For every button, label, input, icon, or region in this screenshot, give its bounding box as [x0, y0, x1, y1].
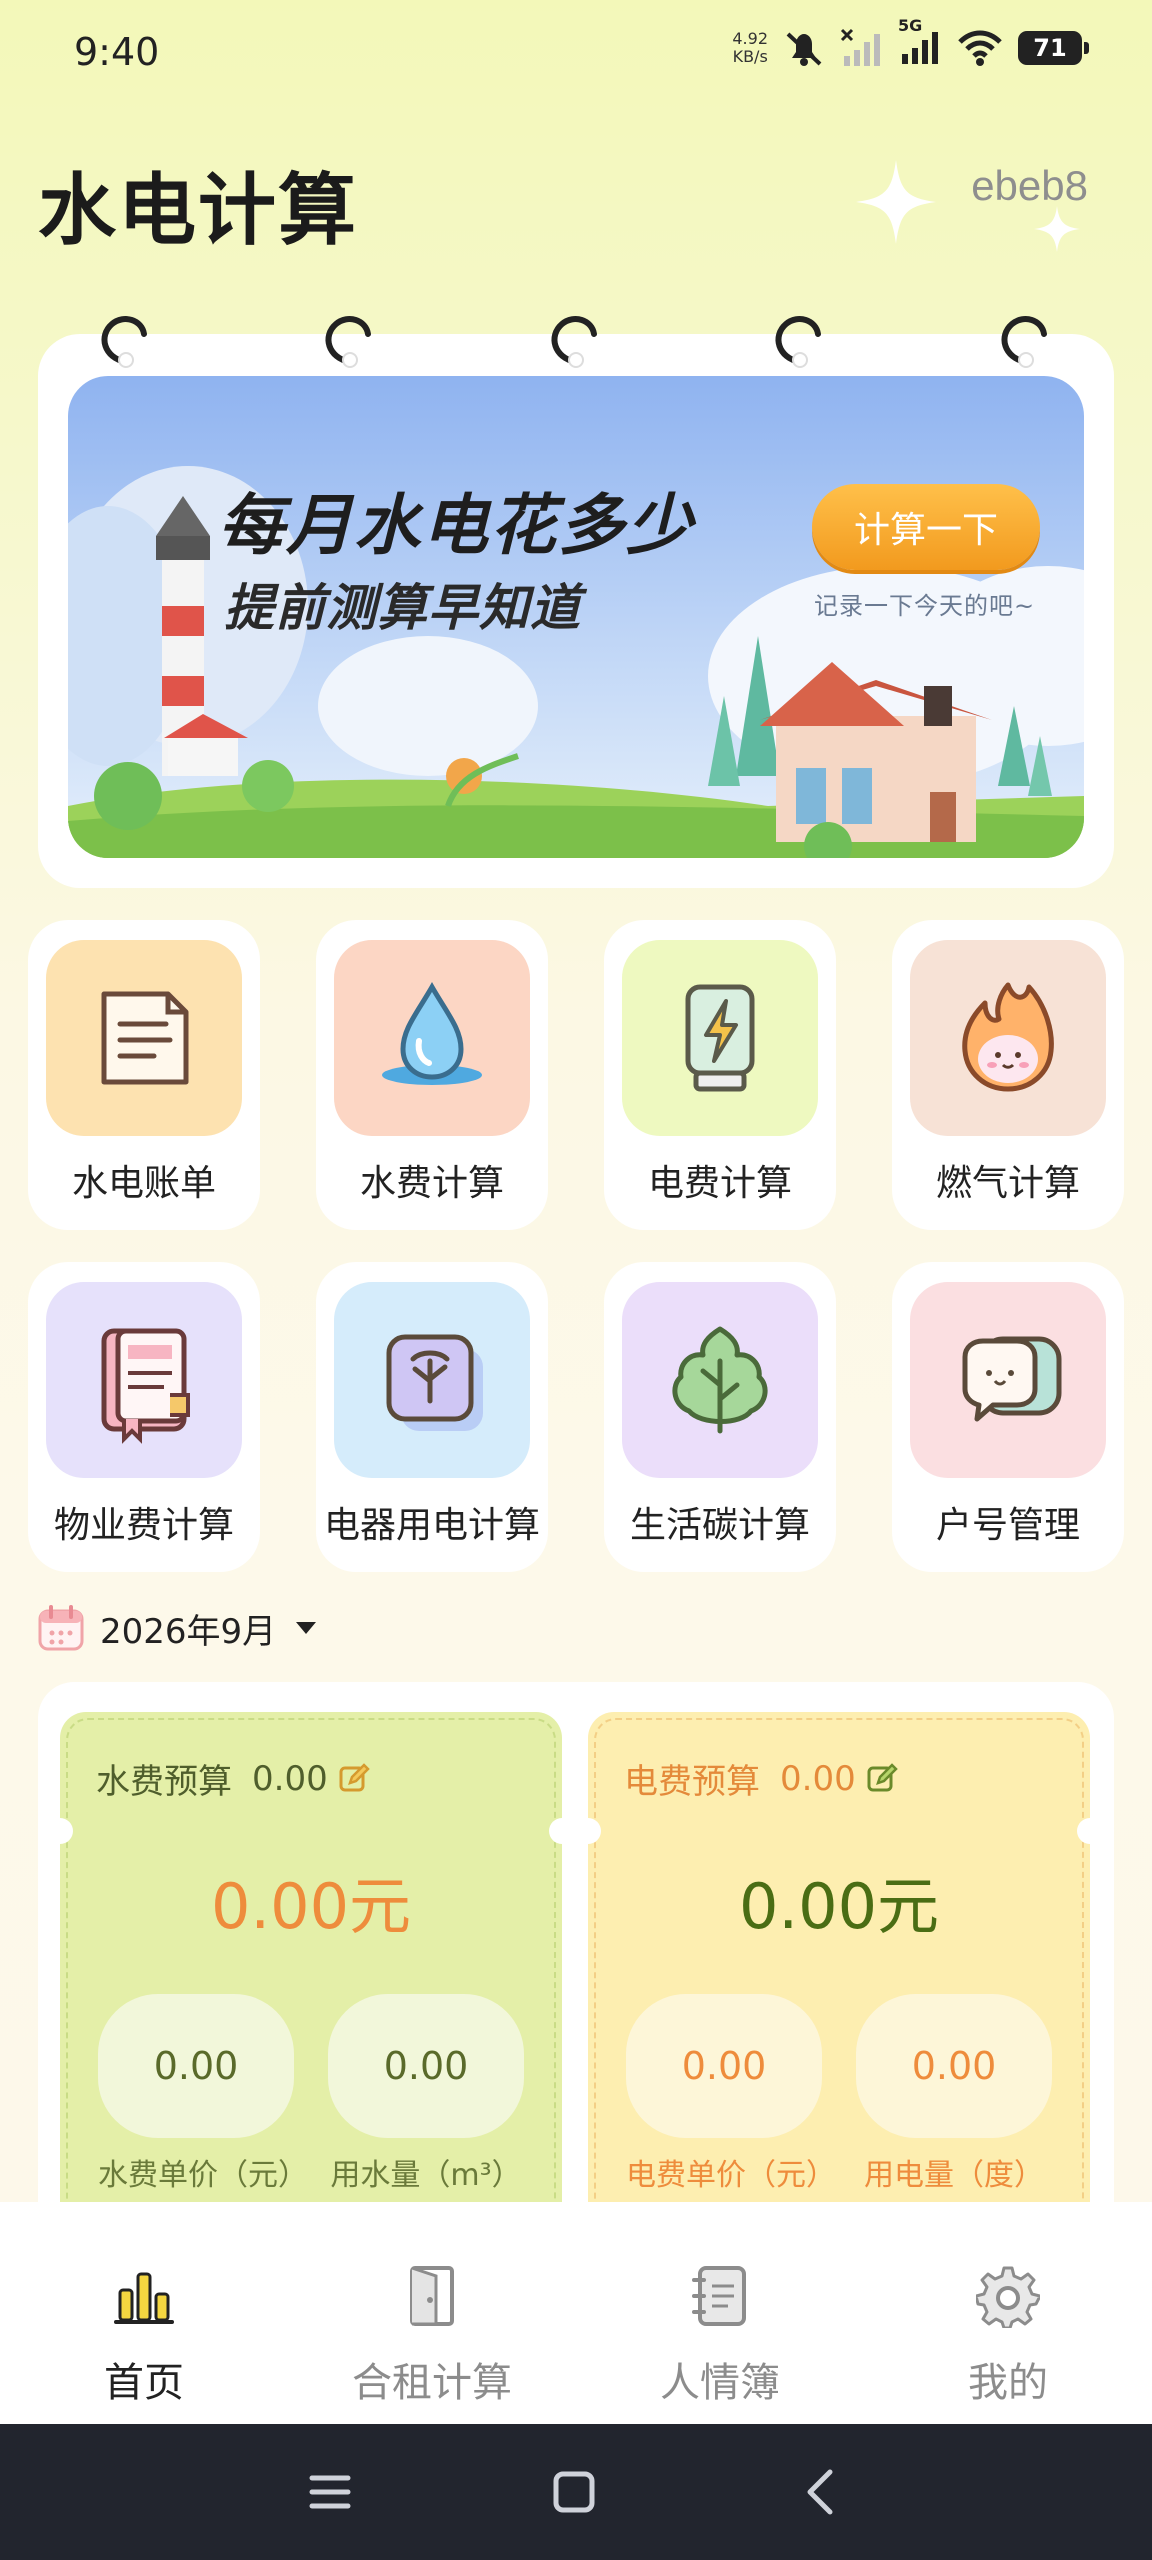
gear-icon — [976, 2266, 1040, 2328]
feature-electric-fee[interactable]: 电费计算 — [604, 920, 836, 1230]
binder-ring-icon — [101, 316, 147, 368]
home-square-icon[interactable] — [552, 2470, 596, 2514]
month-label: 2026年9月 — [100, 1611, 277, 1652]
bill-icon — [101, 991, 189, 1085]
feature-water-electric-bill[interactable]: 水电账单 — [28, 920, 260, 1230]
edit-icon[interactable] — [866, 1762, 898, 1795]
electric-usage-label: 用电量（度） — [864, 2158, 1044, 2193]
feature-icon-box — [334, 940, 530, 1136]
dropdown-caret-icon — [296, 1622, 317, 1634]
water-unit-price-label: 水费单价（元） — [98, 2158, 308, 2193]
page-title: 水电计算 — [38, 166, 359, 256]
system-nav-bar — [0, 2424, 1152, 2560]
banner-subheadline: 提前测算早知道 — [224, 579, 581, 637]
tab-mine[interactable]: 我的 — [864, 2202, 1152, 2424]
feature-label: 生活碳计算 — [629, 1505, 810, 1546]
tab-label: 人情簿 — [660, 2360, 780, 2406]
tab-label: 我的 — [968, 2360, 1048, 2406]
battery-indicator: 71 — [1018, 31, 1089, 65]
binder-ring-icon — [551, 316, 597, 368]
binder-ring-icon — [775, 316, 821, 368]
back-icon[interactable] — [800, 2468, 840, 2516]
user-id[interactable]: ebeb8 — [971, 162, 1088, 210]
sparkle-small-icon — [1034, 206, 1080, 252]
tab-label: 首页 — [104, 2360, 184, 2406]
mute-bell-icon — [786, 32, 822, 66]
electric-budget-title: 电费预算 — [624, 1762, 760, 1802]
calendar-icon — [38, 1605, 84, 1651]
feature-label: 电器用电计算 — [323, 1505, 540, 1546]
water-budget-header[interactable]: 水费预算 0.00 — [96, 1754, 370, 1803]
water-usage-label: 用水量（m³） — [330, 2158, 522, 2193]
feature-icon-box — [910, 1282, 1106, 1478]
feature-label: 水费计算 — [359, 1163, 504, 1204]
water-unit-price-input[interactable]: 0.00 — [98, 1994, 294, 2138]
signal-5g: 5G — [898, 16, 942, 70]
electric-usage-input[interactable]: 0.00 — [856, 1994, 1052, 2138]
water-budget-value: 0.00 — [252, 1758, 328, 1799]
feature-label: 物业费计算 — [53, 1505, 234, 1546]
banner-note: 记录一下今天的吧~ — [814, 592, 1036, 620]
tab-shared-rent[interactable]: 合租计算 — [288, 2202, 576, 2424]
water-drop-icon — [382, 981, 482, 1085]
menu-icon[interactable] — [306, 2470, 354, 2514]
feature-carbon-calc[interactable]: 生活碳计算 — [604, 1262, 836, 1572]
net-speed: 4.92 KB/s — [732, 29, 768, 66]
tab-label: 合租计算 — [352, 2360, 512, 2406]
bar-chart-icon — [114, 2272, 174, 2324]
feature-label: 电费计算 — [647, 1163, 792, 1204]
feature-icon-box — [46, 940, 242, 1136]
flame-icon — [962, 982, 1054, 1092]
door-icon — [410, 2266, 454, 2326]
wifi-icon — [958, 30, 1002, 66]
status-time: 9:40 — [74, 30, 160, 74]
bottom-tab-bar: 首页 合租计算 人情簿 我的 — [0, 2202, 1152, 2424]
sparkle-icon — [856, 160, 936, 244]
feature-appliance-power[interactable]: 电器用电计算 — [316, 1262, 548, 1572]
calculate-button[interactable]: 计算一下 — [812, 484, 1040, 570]
month-selector[interactable]: 2026年9月 — [36, 1600, 317, 1656]
electric-budget-header[interactable]: 电费预算 0.00 — [624, 1754, 898, 1803]
electric-unit-price-label: 电费单价（元） — [626, 2158, 836, 2193]
appliance-icon — [386, 1334, 483, 1431]
water-usage-input[interactable]: 0.00 — [328, 1994, 524, 2138]
feature-icon-box — [46, 1282, 242, 1478]
feature-icon-box — [622, 940, 818, 1136]
feature-label: 户号管理 — [935, 1505, 1080, 1546]
leaf-icon — [672, 1326, 768, 1434]
feature-icon-box — [334, 1282, 530, 1478]
chat-icon — [962, 1336, 1062, 1422]
binder-ring-icon — [1001, 316, 1047, 368]
feature-label: 水电账单 — [71, 1163, 216, 1204]
electric-amount: 0.00元 — [738, 1870, 940, 1943]
feature-label: 燃气计算 — [935, 1163, 1080, 1204]
battery-bolt-icon — [685, 984, 755, 1092]
water-amount: 0.00元 — [210, 1870, 412, 1943]
feature-gas-fee[interactable]: 燃气计算 — [892, 920, 1124, 1230]
feature-property-fee[interactable]: 物业费计算 — [28, 1262, 260, 1572]
feature-icon-box — [622, 1282, 818, 1478]
binder-ring-icon — [325, 316, 371, 368]
feature-icon-box — [910, 940, 1106, 1136]
signal-off-icon — [840, 28, 880, 66]
status-icons: 4.92 KB/s 5G 71 — [732, 16, 1089, 70]
electric-budget-value: 0.00 — [780, 1758, 856, 1799]
edit-icon[interactable] — [338, 1762, 370, 1795]
promo-banner[interactable]: 每月水电花多少 提前测算早知道 计算一下 记录一下今天的吧~ — [68, 376, 1084, 858]
tab-gift-book[interactable]: 人情簿 — [576, 2202, 864, 2424]
contact-book-icon — [692, 2266, 746, 2326]
banner-headline: 每月水电花多少 — [218, 487, 694, 564]
notebook-icon — [101, 1328, 190, 1444]
tab-home[interactable]: 首页 — [0, 2202, 288, 2424]
feature-account-management[interactable]: 户号管理 — [892, 1262, 1124, 1572]
electric-unit-price-input[interactable]: 0.00 — [626, 1994, 822, 2138]
status-bar: 9:40 4.92 KB/s 5G 71 — [0, 0, 1152, 110]
water-budget-title: 水费预算 — [96, 1762, 232, 1802]
feature-water-fee[interactable]: 水费计算 — [316, 920, 548, 1230]
